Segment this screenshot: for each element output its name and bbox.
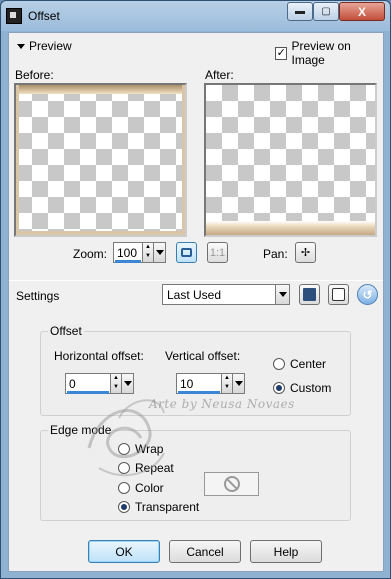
custom-radio[interactable]: Custom: [273, 381, 331, 395]
edge-mode-group-title: Edge mode: [48, 423, 114, 437]
dialog-body: Preview ✓ Preview on Image Before: After…: [8, 32, 384, 572]
radio-dot[interactable]: [273, 358, 285, 370]
floppy-disk-icon: [303, 288, 316, 301]
radio-dot[interactable]: [118, 501, 130, 513]
before-image-bottom-border: [16, 231, 185, 235]
settings-dropdown-button[interactable]: [276, 284, 290, 305]
dice-icon: [332, 288, 345, 301]
zoom-spinner[interactable]: 100 ▲ ▼: [113, 242, 166, 263]
radio-dot[interactable]: [118, 482, 130, 494]
offset-dialog: Offset ▬ ▢ X Preview ✓ Preview on Image …: [0, 0, 391, 579]
wrap-radio[interactable]: Wrap: [118, 442, 163, 456]
zoom-dropdown-button[interactable]: [154, 242, 166, 263]
cancel-button[interactable]: Cancel: [169, 540, 241, 563]
fit-view-icon: [181, 248, 192, 257]
settings-label: Settings: [16, 289, 60, 303]
before-image-right-border: [182, 85, 185, 235]
reset-button[interactable]: ↺: [357, 284, 378, 305]
vertical-offset-value: 10: [180, 376, 194, 391]
watermark-text: Arte by Neusa Novaes: [149, 397, 295, 411]
ok-button[interactable]: OK: [88, 540, 160, 563]
vertical-offset-bar: [178, 391, 220, 394]
vertical-offset-input[interactable]: 10: [176, 373, 222, 394]
settings-preset-field[interactable]: Last Used: [162, 284, 276, 305]
zoom-spin-arrows[interactable]: ▲ ▼: [143, 242, 154, 263]
chevron-down-icon: [278, 292, 287, 297]
save-preset-button[interactable]: [299, 284, 320, 305]
settings-preset-select[interactable]: Last Used: [162, 284, 290, 305]
transparent-radio[interactable]: Transparent: [118, 500, 199, 514]
vertical-offset-spinner[interactable]: 10 ▲ ▼: [176, 373, 245, 394]
wrap-radio-label: Wrap: [135, 442, 164, 456]
after-preview[interactable]: [204, 83, 377, 237]
preview-on-image-label: Preview on Image: [291, 39, 351, 67]
zoom-fit-button[interactable]: [176, 242, 197, 263]
center-radio-label: Center: [290, 357, 327, 371]
vertical-spin-arrows[interactable]: ▲ ▼: [222, 373, 233, 394]
horizontal-spin-arrows[interactable]: ▲ ▼: [111, 373, 122, 394]
radio-dot[interactable]: [118, 443, 130, 455]
pan-icon: ✢: [300, 247, 311, 259]
pan-button[interactable]: ✢: [295, 242, 316, 263]
after-label: After:: [205, 68, 234, 82]
offset-group-title: Offset: [48, 324, 84, 338]
maximize-button[interactable]: ▢: [313, 2, 339, 21]
center-radio[interactable]: Center: [273, 357, 326, 371]
radio-dot[interactable]: [273, 382, 285, 394]
chevron-down-icon: [234, 381, 243, 386]
color-radio-label: Color: [135, 481, 164, 495]
separator: [9, 280, 383, 281]
after-image-strip: [206, 221, 375, 235]
preview-toggle-label: Preview: [29, 39, 72, 53]
chevron-down-icon: [123, 381, 132, 386]
close-button[interactable]: X: [339, 2, 385, 21]
vertical-offset-label: Vertical offset:: [165, 349, 241, 363]
before-preview[interactable]: [14, 83, 187, 237]
chevron-down-icon: [155, 250, 164, 255]
horizontal-dropdown-button[interactable]: [122, 373, 134, 394]
checkbox-box[interactable]: ✓: [275, 46, 288, 60]
repeat-radio[interactable]: Repeat: [118, 461, 174, 475]
randomize-button[interactable]: [328, 284, 349, 305]
transparent-radio-label: Transparent: [135, 500, 200, 514]
zoom-value-bar: [115, 260, 141, 263]
collapse-arrow-icon: [17, 43, 25, 49]
title-bar[interactable]: Offset ▬ ▢ X: [1, 1, 390, 31]
help-button[interactable]: Help: [250, 540, 322, 563]
edge-color-swatch[interactable]: [204, 472, 259, 496]
horizontal-offset-bar: [67, 391, 109, 394]
preview-on-image-checkbox[interactable]: ✓ Preview on Image: [275, 39, 383, 67]
edge-mode-group: Edge mode Wrap Repeat Color Transparent: [40, 423, 351, 521]
before-image-top-border: [16, 85, 185, 94]
zoom-input[interactable]: 100: [113, 242, 143, 263]
repeat-radio-label: Repeat: [135, 461, 174, 475]
no-color-icon: [223, 476, 240, 492]
custom-radio-label: Custom: [290, 381, 332, 395]
zoom-actual-size-button[interactable]: 1:1: [207, 242, 228, 263]
reset-arrow-icon: ↺: [362, 287, 373, 302]
window-title: Offset: [28, 9, 60, 23]
vertical-dropdown-button[interactable]: [233, 373, 245, 394]
before-image-left-border: [16, 85, 19, 235]
horizontal-offset-value: 0: [69, 376, 76, 391]
radio-dot[interactable]: [118, 462, 130, 474]
color-radio[interactable]: Color: [118, 481, 164, 495]
app-icon: [6, 8, 22, 24]
minimize-button[interactable]: ▬: [287, 2, 313, 21]
preview-toggle[interactable]: Preview: [17, 39, 72, 53]
horizontal-offset-spinner[interactable]: 0 ▲ ▼: [65, 373, 134, 394]
before-label: Before:: [15, 68, 54, 82]
horizontal-offset-label: Horizontal offset:: [54, 349, 144, 363]
horizontal-offset-input[interactable]: 0: [65, 373, 111, 394]
zoom-label: Zoom:: [73, 247, 108, 261]
zoom-value: 100: [117, 245, 138, 260]
pan-label: Pan:: [263, 247, 288, 261]
